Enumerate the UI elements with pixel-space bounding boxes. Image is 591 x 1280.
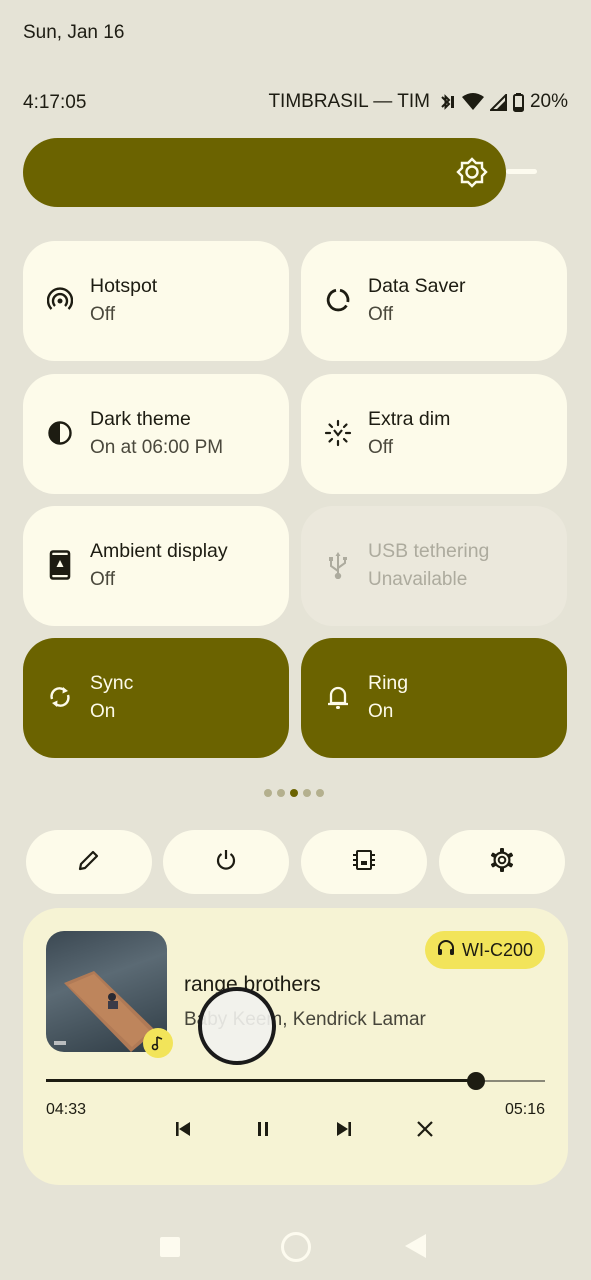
edit-icon [77, 848, 101, 877]
brightness-slider[interactable] [23, 138, 506, 207]
battery-icon [512, 92, 524, 112]
tile-sync[interactable]: Sync On [23, 638, 289, 758]
pause-icon [254, 1120, 272, 1143]
seek-bar-remaining[interactable] [476, 1080, 545, 1082]
power-icon [214, 848, 238, 877]
tile-data-saver[interactable]: Data Saver Off [301, 241, 567, 361]
dark-theme-icon [45, 418, 75, 448]
extra-dim-icon [323, 418, 353, 448]
clock: 4:17:05 [23, 92, 87, 113]
tile-status: On [368, 701, 394, 722]
tile-usb-tethering[interactable]: USB tethering Unavailable [301, 506, 567, 626]
total-time: 05:16 [504, 1101, 545, 1118]
tile-status: Unavailable [368, 569, 468, 590]
page-dot-current [290, 789, 298, 797]
page-dot [316, 789, 324, 797]
seek-bar-played[interactable] [46, 1079, 476, 1082]
sync-icon [45, 682, 75, 712]
tile-status: On [90, 701, 116, 722]
hotspot-icon [45, 285, 75, 315]
output-device-chip[interactable]: WI-C200 [424, 931, 545, 969]
tile-ambient-display[interactable]: Ambient display Off [23, 506, 289, 626]
page-dot [277, 789, 285, 797]
ambient-display-icon [45, 550, 75, 580]
signal-icon [489, 93, 507, 111]
page-indicator [264, 789, 324, 797]
elapsed-time: 04:33 [46, 1101, 87, 1118]
bell-icon [323, 682, 353, 712]
page-dot [303, 789, 311, 797]
page-dot [264, 789, 272, 797]
date-label: Sun, Jan 16 [23, 22, 125, 43]
tile-ring[interactable]: Ring On [301, 638, 567, 758]
media-player[interactable]: WI-C200 range brothers Baby Keem, Kendri… [23, 908, 568, 1185]
tile-status: Off [368, 437, 393, 458]
tile-dark-theme[interactable]: Dark theme On at 06:00 PM [23, 374, 289, 494]
tile-label: USB tethering [368, 540, 490, 562]
usb-icon [323, 550, 353, 580]
device-controls-button[interactable] [301, 830, 427, 894]
tile-status: On at 06:00 PM [90, 437, 224, 458]
data-saver-icon [323, 285, 353, 315]
back-button[interactable] [405, 1234, 426, 1258]
tile-status: Off [90, 569, 115, 590]
recents-button[interactable] [160, 1237, 180, 1257]
power-button[interactable] [163, 830, 289, 894]
brightness-track-remaining [506, 169, 537, 174]
device-name: WI-C200 [461, 939, 533, 960]
headphones-icon [437, 939, 455, 962]
status-icons: TIMBRASIL — TIM 20% [268, 91, 568, 113]
seek-thumb[interactable] [467, 1072, 485, 1090]
edit-button[interactable] [26, 830, 152, 894]
status-bar: 4:17:05 TIMBRASIL — TIM 20% [23, 91, 568, 117]
next-icon [335, 1120, 353, 1143]
brightness-icon [455, 155, 489, 189]
touch-indicator [198, 987, 276, 1065]
pause-button[interactable] [245, 1113, 281, 1149]
settings-button[interactable] [439, 830, 565, 894]
tile-label: Ring [368, 672, 409, 694]
tile-label: Hotspot [90, 275, 158, 297]
battery-percent: 20% [529, 91, 568, 112]
tile-status: Off [368, 304, 393, 325]
previous-button[interactable] [165, 1113, 201, 1149]
wifi-icon [461, 93, 484, 111]
tile-label: Extra dim [368, 408, 451, 430]
close-icon [416, 1120, 434, 1143]
tile-label: Dark theme [90, 408, 191, 430]
tile-extra-dim[interactable]: Extra dim Off [301, 374, 567, 494]
tile-label: Data Saver [368, 275, 466, 297]
tile-label: Sync [90, 672, 134, 694]
carrier-name: TIMBRASIL — TIM [268, 91, 430, 112]
tile-label: Ambient display [90, 540, 228, 562]
tile-hotspot[interactable]: Hotspot Off [23, 241, 289, 361]
home-button[interactable] [281, 1232, 311, 1262]
tile-status: Off [90, 304, 115, 325]
next-button[interactable] [326, 1113, 362, 1149]
device-controls-icon [351, 847, 377, 878]
close-media-button[interactable] [407, 1113, 443, 1149]
bluetooth-icon [436, 92, 456, 112]
previous-icon [174, 1120, 192, 1143]
music-note-icon [143, 1028, 173, 1058]
settings-icon [489, 847, 515, 878]
